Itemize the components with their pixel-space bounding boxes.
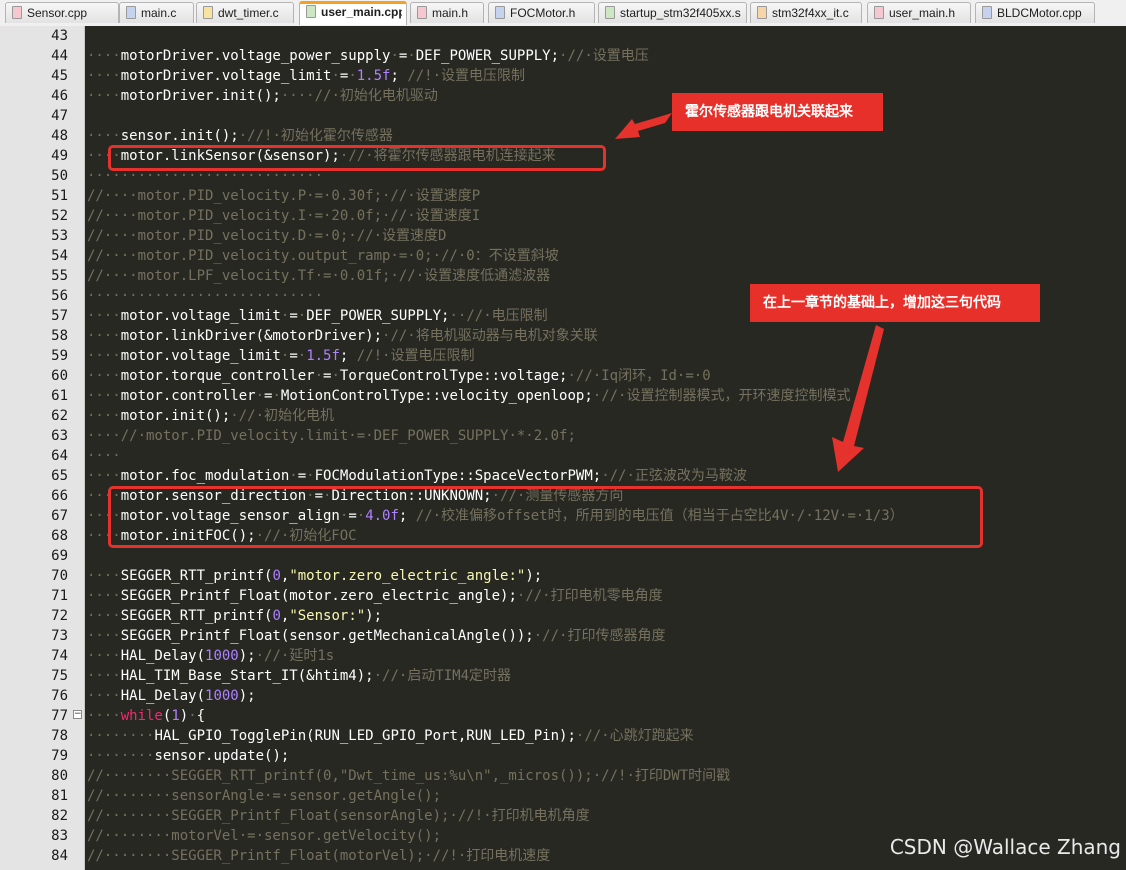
callout-link-sensor: 霍尔传感器跟电机关联起来 bbox=[672, 93, 883, 131]
annotation-arrows bbox=[615, 113, 884, 472]
arrow-to-link-sensor bbox=[615, 113, 672, 139]
watermark: CSDN @Wallace Zhang bbox=[889, 835, 1121, 859]
arrow-to-new-lines bbox=[832, 325, 884, 472]
callout-new-lines: 在上一章节的基础上，增加这三句代码 bbox=[750, 284, 1040, 322]
